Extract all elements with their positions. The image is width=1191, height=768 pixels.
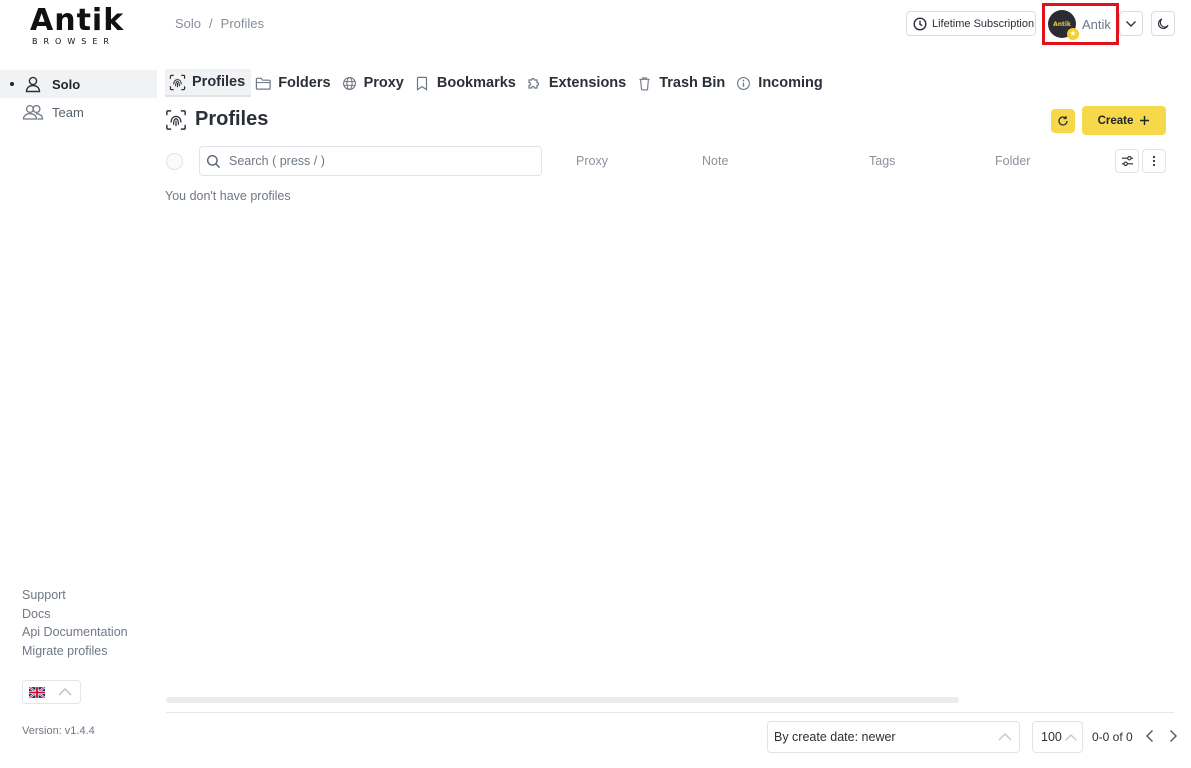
chevron-up-icon — [1065, 733, 1077, 741]
tab-profiles[interactable]: Profiles — [165, 69, 252, 97]
users-icon — [22, 103, 44, 121]
tab-label: Profiles — [192, 74, 246, 90]
previous-page-button[interactable] — [1141, 727, 1157, 745]
tab-label: Bookmarks — [436, 75, 516, 91]
user-menu[interactable]: Antik ★ Antik — [1042, 3, 1119, 45]
user-dropdown-button[interactable] — [1119, 11, 1143, 36]
tab-label: Extensions — [548, 75, 627, 91]
horizontal-scrollbar[interactable] — [166, 697, 959, 703]
tab-folders[interactable]: Folders — [251, 69, 336, 97]
more-options-button[interactable] — [1142, 149, 1166, 173]
create-label: Create — [1097, 114, 1134, 127]
tab-label: Incoming — [758, 75, 823, 91]
search-input[interactable] — [229, 154, 519, 168]
breadcrumb-solo[interactable]: Solo — [175, 16, 201, 31]
column-header-note[interactable]: Note — [702, 154, 728, 168]
tab-trash-bin[interactable]: Trash Bin — [632, 69, 731, 97]
info-icon — [735, 75, 752, 92]
chevron-left-icon — [1145, 729, 1153, 743]
logo-word: Antik — [30, 3, 125, 38]
user-icon — [22, 75, 44, 93]
breadcrumb-profiles[interactable]: Profiles — [221, 16, 264, 31]
migrate-profiles-link[interactable]: Migrate profiles — [22, 642, 128, 661]
tab-label: Folders — [278, 75, 331, 91]
fingerprint-icon — [169, 74, 186, 91]
tab-bookmarks[interactable]: Bookmarks — [410, 69, 522, 97]
tab-extensions[interactable]: Extensions — [522, 69, 632, 97]
empty-state-message: You don't have profiles — [165, 189, 291, 203]
support-link[interactable]: Support — [22, 586, 128, 605]
sort-value: By create date: newer — [774, 730, 896, 744]
footer-divider — [166, 712, 1174, 713]
column-settings-button[interactable] — [1115, 149, 1139, 173]
refresh-button[interactable] — [1051, 109, 1075, 133]
select-all-checkbox[interactable] — [166, 153, 183, 170]
sidebar-item-label: Solo — [52, 76, 81, 92]
sidebar-item-team[interactable]: Team — [0, 98, 157, 126]
docs-link[interactable]: Docs — [22, 605, 128, 624]
user-name: Antik — [1082, 16, 1111, 32]
plus-icon — [1140, 116, 1150, 125]
chevron-right-icon — [1169, 729, 1177, 743]
logo-subtitle: BROWSER — [32, 37, 115, 46]
lifetime-subscription-button[interactable]: Lifetime Subscription — [906, 11, 1036, 36]
star-badge-icon: ★ — [1067, 28, 1079, 40]
tab-proxy[interactable]: Proxy — [337, 69, 410, 97]
sort-select[interactable]: By create date: newer — [767, 721, 1020, 753]
sidebar-item-solo[interactable]: Solo — [0, 70, 157, 98]
trash-icon — [636, 75, 653, 92]
next-page-button[interactable] — [1165, 727, 1181, 745]
search-field — [199, 146, 542, 176]
avatar: Antik ★ — [1048, 10, 1079, 40]
app-logo: Antik BROWSER — [30, 6, 126, 48]
chevron-up-icon — [998, 733, 1012, 741]
create-profile-button[interactable]: Create — [1082, 106, 1166, 135]
per-page-select[interactable]: 100 — [1032, 721, 1083, 753]
per-page-value: 100 — [1041, 730, 1062, 744]
puzzle-icon — [526, 75, 543, 92]
fingerprint-icon — [166, 109, 186, 130]
sidebar-item-label: Team — [52, 104, 84, 120]
search-icon — [206, 154, 221, 168]
column-header-proxy[interactable]: Proxy — [576, 154, 608, 168]
breadcrumb: Solo / Profiles — [175, 16, 264, 31]
avatar-logo-text: Antik — [1053, 20, 1071, 28]
page-title: Profiles — [165, 108, 268, 131]
bookmark-icon — [414, 75, 431, 92]
page-title-text: Profiles — [195, 108, 269, 130]
sidebar-links: Support Docs Api Documentation Migrate p… — [22, 586, 128, 660]
chevron-down-icon — [1126, 20, 1136, 27]
language-selector[interactable] — [22, 680, 81, 704]
chevron-up-icon — [58, 688, 72, 696]
tab-label: Proxy — [363, 75, 404, 91]
main-tabs: Profiles Folders Proxy Bookmarks Extensi… — [165, 69, 829, 97]
column-header-folder[interactable]: Folder — [995, 154, 1030, 168]
clock-icon — [913, 16, 927, 31]
refresh-icon — [1058, 116, 1068, 126]
sliders-icon — [1121, 155, 1133, 167]
uk-flag-icon — [29, 686, 45, 698]
app-version: Version: v1.4.4 — [22, 725, 95, 737]
moon-icon — [1157, 18, 1169, 29]
dark-mode-toggle[interactable] — [1151, 11, 1175, 36]
api-docs-link[interactable]: Api Documentation — [22, 623, 128, 642]
tab-label: Trash Bin — [659, 75, 726, 91]
column-header-tags[interactable]: Tags — [869, 154, 895, 168]
more-vertical-icon — [1152, 155, 1156, 167]
breadcrumb-separator: / — [209, 16, 213, 31]
globe-icon — [341, 75, 358, 92]
tab-incoming[interactable]: Incoming — [731, 69, 828, 97]
folder-icon — [255, 75, 272, 92]
subscription-label: Lifetime Subscription — [932, 17, 1035, 30]
sidebar-nav: Solo Team — [0, 70, 157, 126]
pagination-range: 0-0 of 0 — [1092, 730, 1133, 744]
